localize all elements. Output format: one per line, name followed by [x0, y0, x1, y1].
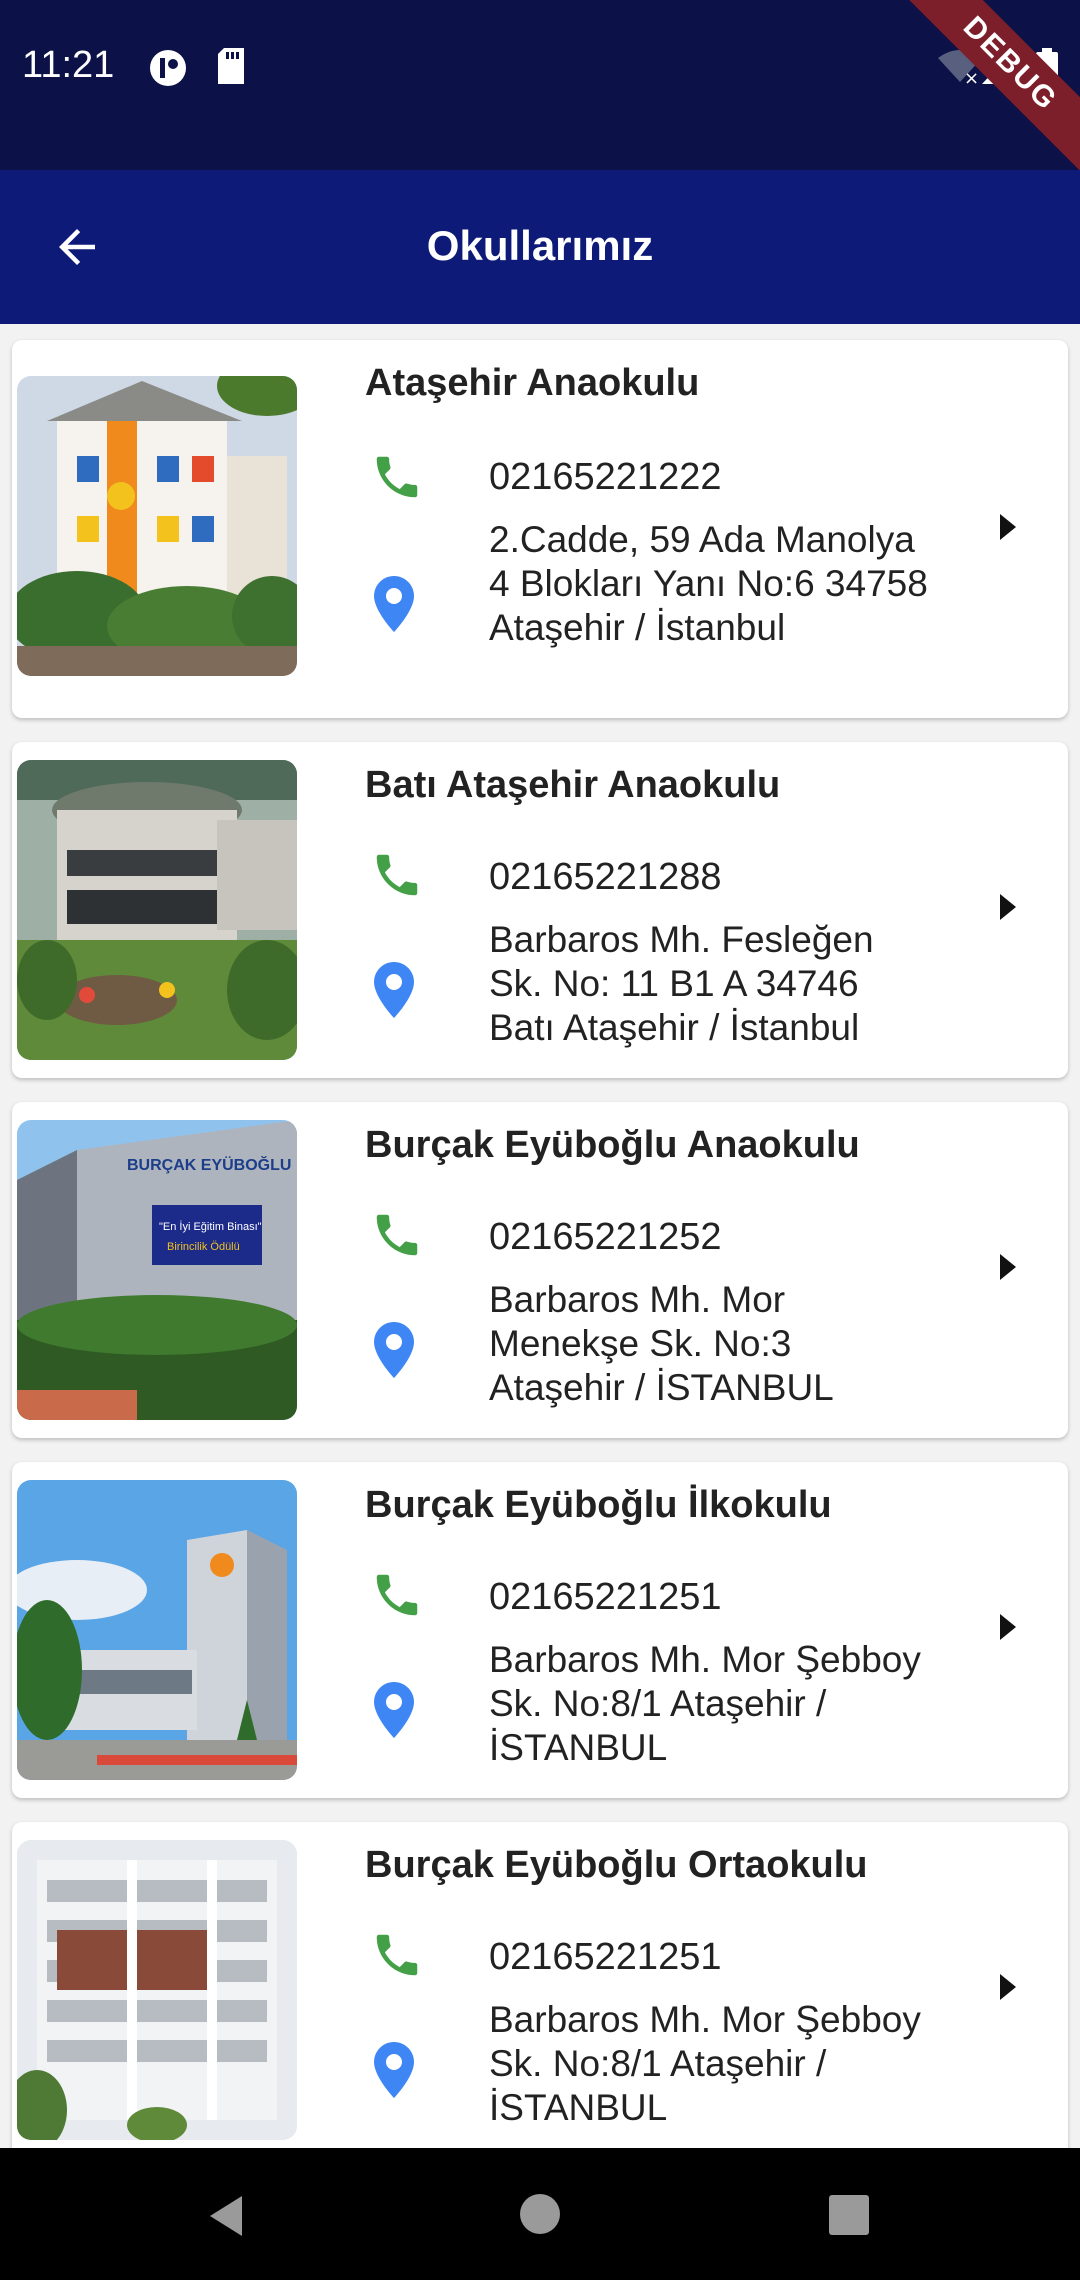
arrow-right-icon[interactable]: [994, 890, 1022, 929]
location-pin-icon: [370, 960, 418, 1025]
school-phone[interactable]: 02165221222: [489, 456, 721, 499]
phone-icon[interactable]: [370, 1208, 424, 1267]
nav-home-icon[interactable]: [518, 2192, 562, 2241]
school-name: Burçak Eyüboğlu İlkokulu: [365, 1484, 832, 1526]
school-phone[interactable]: 02165221251: [489, 1576, 721, 1619]
arrow-right-icon[interactable]: [994, 1250, 1022, 1289]
school-address: Barbaros Mh. Mor Şebboy Sk. No:8/1 Ataşe…: [489, 1999, 921, 2128]
school-photo: [17, 376, 297, 676]
nav-back-icon[interactable]: [204, 2192, 248, 2245]
location-pin-icon: [370, 1320, 418, 1385]
school-card[interactable]: Burçak Eyüboğlu İlkokulu 02165221251 Bar…: [12, 1462, 1068, 1798]
school-phone[interactable]: 02165221251: [489, 1936, 721, 1979]
location-pin-icon: [370, 1680, 418, 1745]
school-name: Batı Ataşehir Anaokulu: [365, 764, 781, 806]
school-photo: [17, 1480, 297, 1780]
school-phone[interactable]: 02165221288: [489, 856, 721, 899]
status-time: 11:21: [22, 44, 115, 86]
app-bar: Okullarımız: [0, 170, 1080, 324]
page-title: Okullarımız: [426, 222, 654, 269]
phone-icon[interactable]: [370, 848, 424, 907]
media-icon: [148, 48, 188, 93]
school-photo: BURÇAK EYÜBOĞLU "En İyi Eğitim Binası" B…: [17, 1120, 297, 1420]
svg-text:"En İyi Eğitim Binası": "En İyi Eğitim Binası": [159, 1220, 262, 1233]
school-card[interactable]: Batı Ataşehir Anaokulu 02165221288 Barba…: [12, 742, 1068, 1078]
debug-banner: DEBUG: [892, 0, 1080, 182]
school-name: Burçak Eyüboğlu Ortaokulu: [365, 1844, 868, 1886]
svg-text:BURÇAK EYÜBOĞLU: BURÇAK EYÜBOĞLU: [127, 1155, 291, 1174]
status-bar: 11:21 × DEBUG: [0, 0, 1080, 182]
arrow-right-icon[interactable]: [994, 1610, 1022, 1649]
school-card[interactable]: BURÇAK EYÜBOĞLU "En İyi Eğitim Binası" B…: [12, 1102, 1068, 1438]
phone-icon[interactable]: [370, 450, 424, 509]
location-pin-icon: [370, 2040, 418, 2105]
school-phone[interactable]: 02165221252: [489, 1216, 721, 1259]
school-name: Ataşehir Anaokulu: [365, 362, 700, 404]
school-name: Burçak Eyüboğlu Anaokulu: [365, 1124, 860, 1166]
school-photo: [17, 1840, 297, 2140]
school-card[interactable]: Burçak Eyüboğlu Ortaokulu 02165221251 Ba…: [12, 1822, 1068, 2148]
school-card[interactable]: Ataşehir Anaokulu 02165221222 2.Cadde, 5…: [12, 340, 1068, 718]
sd-card-icon: [216, 48, 246, 89]
phone-icon[interactable]: [370, 1928, 424, 1987]
svg-text:×: ×: [964, 68, 979, 84]
arrow-right-icon[interactable]: [994, 1970, 1022, 2009]
school-photo: [17, 760, 297, 1060]
location-pin-icon: [370, 574, 418, 639]
school-address: Barbaros Mh. Fesleğen Sk. No: 11 B1 A 34…: [489, 919, 874, 1048]
svg-text:Birincilik Ödülü: Birincilik Ödülü: [167, 1241, 240, 1253]
arrow-right-icon[interactable]: [994, 510, 1022, 549]
phone-icon[interactable]: [370, 1568, 424, 1627]
school-address: Barbaros Mh. Mor Menekşe Sk. No:3 Ataşeh…: [489, 1279, 834, 1408]
school-address: 2.Cadde, 59 Ada Manolya 4 Blokları Yanı …: [489, 519, 928, 648]
nav-recents-icon[interactable]: [828, 2194, 870, 2241]
school-address: Barbaros Mh. Mor Şebboy Sk. No:8/1 Ataşe…: [489, 1639, 921, 1768]
system-nav-bar: [0, 2148, 1080, 2280]
school-list[interactable]: Ataşehir Anaokulu 02165221222 2.Cadde, 5…: [0, 324, 1080, 2148]
